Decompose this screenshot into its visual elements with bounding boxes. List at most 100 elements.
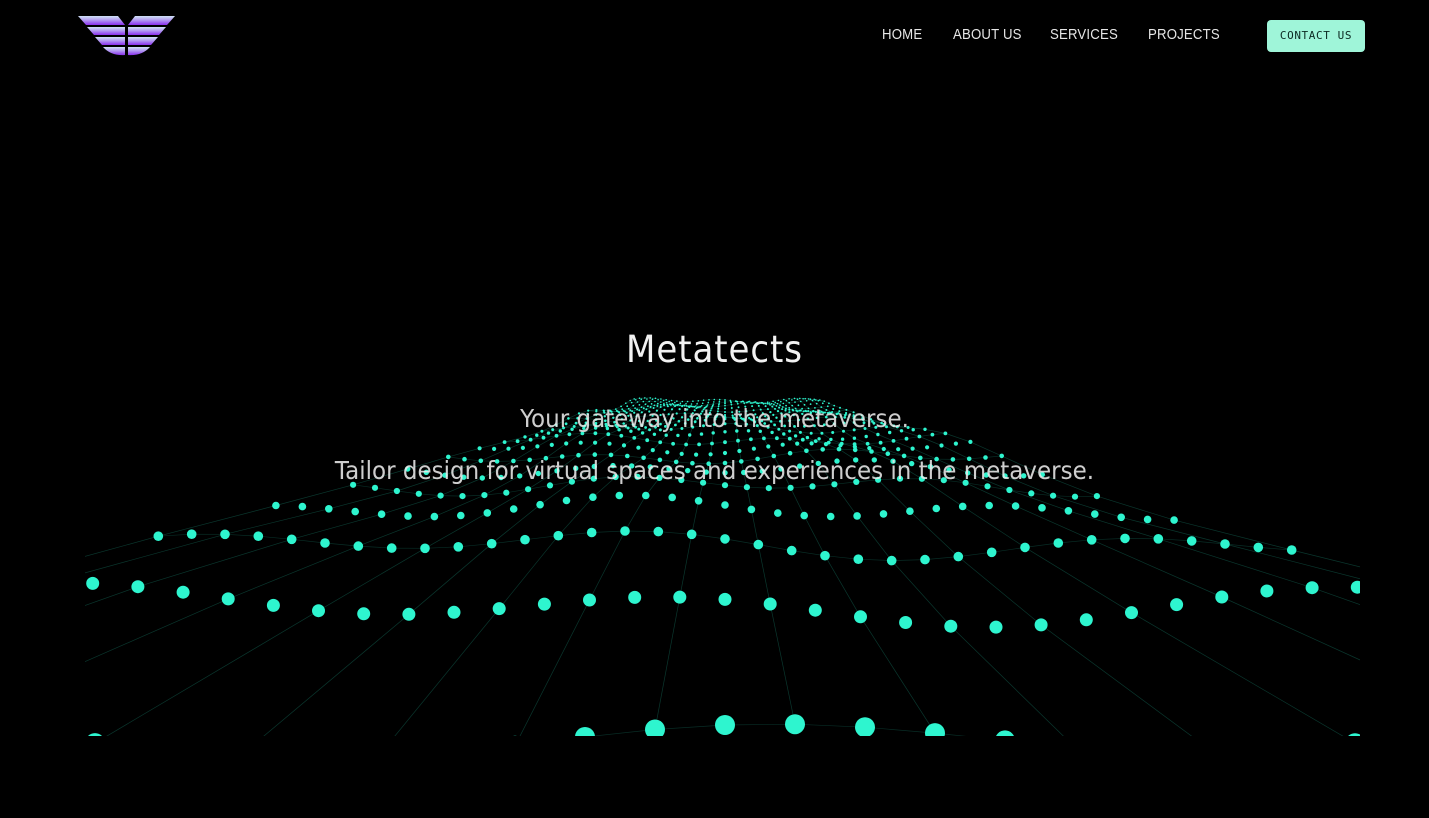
nav-home-link[interactable]: HOME	[882, 26, 922, 43]
particle-dot	[660, 398, 662, 400]
particle-dot	[836, 446, 842, 452]
hero-title: Metatects	[626, 328, 803, 371]
particle-dot	[989, 620, 1003, 634]
particle-dot	[780, 400, 782, 403]
particle-dot	[829, 437, 833, 442]
particle-dot	[742, 400, 745, 403]
particle-dot	[509, 505, 518, 513]
particle-dot	[492, 446, 497, 451]
particle-dot	[766, 444, 771, 449]
particle-dot	[86, 576, 100, 590]
particle-dot	[621, 443, 627, 448]
particle-dot	[765, 485, 772, 492]
particle-dot	[578, 440, 583, 445]
particle-dot	[286, 534, 297, 545]
particle-dot	[676, 400, 678, 402]
particle-dot	[404, 512, 412, 520]
particle-dot	[670, 399, 673, 402]
hero-tagline: Your gateway into the metaverse.	[520, 404, 909, 433]
particle-dot	[420, 543, 430, 554]
particle-dot	[791, 399, 793, 401]
particle-dot	[676, 433, 680, 438]
grid-line	[394, 400, 699, 736]
particle-dot	[800, 400, 802, 403]
particle-dot	[819, 399, 821, 401]
particle-dot	[809, 441, 814, 446]
particle-dot	[523, 435, 527, 439]
particle-dot	[1086, 535, 1097, 545]
particle-dot	[785, 714, 805, 735]
particle-dot	[253, 531, 264, 541]
particle-dot	[772, 400, 774, 403]
particle-dot	[1153, 534, 1164, 544]
nav-about-link[interactable]: ABOUT US	[953, 26, 1022, 43]
particle-dot	[549, 442, 554, 447]
particle-dot	[503, 489, 510, 496]
particle-dot	[272, 501, 280, 510]
particle-dot	[910, 446, 915, 451]
particle-dot	[697, 442, 701, 447]
particle-dot	[668, 400, 670, 403]
particle-dot	[481, 492, 488, 499]
particle-dot	[615, 491, 624, 500]
particle-dot	[593, 440, 598, 445]
particle-dot	[650, 448, 655, 453]
particle-dot	[635, 399, 637, 401]
particle-dot	[1011, 502, 1020, 510]
particle-dot	[645, 719, 665, 736]
particle-dot	[668, 493, 676, 502]
particle-dot	[1143, 515, 1152, 524]
particle-dot	[958, 502, 967, 511]
particle-dot	[786, 545, 797, 556]
particle-dot	[899, 616, 913, 629]
contact-us-button[interactable]: CONTACT US	[1267, 20, 1365, 52]
nav-services-link[interactable]: SERVICES	[1050, 26, 1118, 43]
particle-dot	[654, 397, 657, 400]
particle-dot	[589, 493, 597, 501]
particle-dot	[692, 400, 694, 402]
particle-dot	[525, 486, 532, 493]
particle-dot	[944, 619, 958, 633]
particle-dot	[415, 490, 422, 497]
particle-dot	[619, 433, 624, 438]
particle-dot	[492, 602, 506, 616]
particle-dot	[633, 398, 635, 400]
particle-dot	[721, 501, 729, 509]
particle-dot	[586, 527, 597, 538]
main-nav: HOME ABOUT US SERVICES PROJECTS	[0, 24, 1429, 50]
particle-dot	[642, 400, 645, 403]
particle-dot	[925, 445, 930, 450]
particle-dot	[795, 441, 800, 446]
particle-dot	[736, 400, 739, 403]
particle-dot	[718, 400, 721, 403]
grid-line	[106, 400, 678, 736]
particle-dot	[813, 439, 818, 443]
particle-dot	[720, 534, 730, 544]
particle-dot	[697, 400, 700, 402]
particle-dot	[774, 509, 782, 517]
particle-dot	[823, 442, 829, 447]
particle-dot	[1091, 510, 1099, 518]
particle-dot	[220, 529, 230, 540]
particle-dot	[796, 398, 799, 400]
particle-dot	[386, 543, 397, 553]
particle-dot	[658, 440, 663, 445]
grid-line	[85, 399, 667, 662]
nav-projects-link[interactable]: PROJECTS	[1148, 26, 1220, 43]
particle-dot	[743, 484, 751, 491]
particle-dot	[787, 484, 794, 491]
particle-dot	[754, 401, 757, 403]
particle-dot	[371, 484, 379, 491]
particle-dot	[800, 437, 805, 442]
particle-dot	[437, 492, 444, 499]
particle-dot	[665, 399, 667, 401]
particle-dot	[537, 597, 551, 611]
particle-dot	[564, 441, 569, 446]
particle-dot	[648, 400, 650, 403]
particle-dot	[1020, 542, 1030, 553]
particle-dot	[787, 436, 792, 441]
landing-page: HOME ABOUT US SERVICES PROJECTS CONTACT …	[0, 0, 1429, 818]
particle-dot	[520, 445, 525, 450]
particle-dot	[985, 501, 993, 510]
particle-dot	[811, 399, 814, 402]
